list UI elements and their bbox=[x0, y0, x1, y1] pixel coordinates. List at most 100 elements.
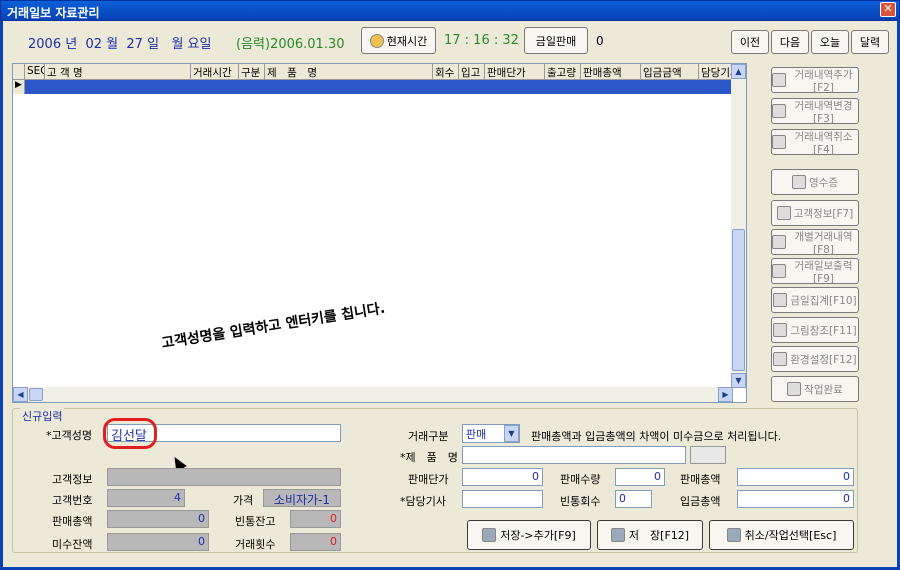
button-label: 거래내역추가[F2] bbox=[794, 68, 853, 94]
month: 02 bbox=[85, 37, 103, 52]
button-label: 영수증 bbox=[809, 176, 838, 189]
row-marker[interactable]: ▶ bbox=[13, 80, 25, 94]
day: 27 bbox=[126, 37, 143, 52]
column-header[interactable]: 출고량 bbox=[545, 64, 581, 80]
close-button[interactable]: ✕ bbox=[880, 2, 896, 17]
button-label: 개별거래내역[F8] bbox=[794, 230, 853, 256]
driver-input[interactable] bbox=[462, 490, 543, 508]
column-header[interactable]: 입고 bbox=[459, 64, 485, 80]
deposit-label: 입금총액 bbox=[680, 495, 721, 508]
column-header[interactable]: 판매단가 bbox=[485, 64, 545, 80]
column-header[interactable]: 담당기사 bbox=[699, 64, 733, 80]
save-button[interactable]: 저 장[F12] bbox=[597, 520, 703, 550]
horizontal-scrollbar[interactable]: ◀ ▶ bbox=[13, 387, 733, 402]
product-input[interactable] bbox=[462, 446, 686, 464]
prev-label: 이전 bbox=[739, 36, 761, 49]
printer-icon bbox=[772, 264, 786, 278]
month-unit: 월 bbox=[106, 37, 119, 52]
card-icon bbox=[776, 206, 791, 220]
total-label: 판매총액 bbox=[680, 473, 721, 486]
customer-name-label: *고객성명 bbox=[46, 429, 92, 442]
tools-icon bbox=[773, 352, 788, 366]
scroll-up-icon[interactable]: ▲ bbox=[731, 64, 746, 79]
next-button[interactable]: 다음 bbox=[771, 30, 809, 54]
button-label: 환경설정[F12] bbox=[790, 353, 857, 366]
deposit-input[interactable]: 0 bbox=[737, 490, 854, 508]
customer-info-button[interactable]: 고객정보[F7] bbox=[771, 200, 859, 226]
vertical-scrollbar[interactable]: ▲ ▼ bbox=[731, 64, 746, 388]
customer-info-label: 고객정보 bbox=[52, 473, 93, 486]
column-header[interactable]: 입금금액 bbox=[641, 64, 699, 80]
summary-icon bbox=[773, 293, 788, 307]
button-label: 금일집계[F10] bbox=[790, 294, 857, 307]
scroll-left-icon[interactable]: ◀ bbox=[13, 387, 28, 402]
product-label: *제 품 명 bbox=[400, 451, 458, 464]
customer-info-field bbox=[107, 468, 341, 486]
cancel-button[interactable]: 취소/작업선택[Esc] bbox=[709, 520, 854, 550]
button-label: 거래내역변경[F3] bbox=[794, 99, 853, 125]
add-list-icon bbox=[772, 73, 786, 87]
column-header[interactable]: 고 객 명 bbox=[45, 64, 191, 80]
button-label: 그림참조[F11] bbox=[790, 324, 857, 337]
hscroll-thumb[interactable] bbox=[29, 388, 43, 401]
scroll-right-icon[interactable]: ▶ bbox=[718, 387, 733, 402]
prev-button[interactable]: 이전 bbox=[731, 30, 769, 54]
print-daily-button[interactable]: 거래일보출력[F9] bbox=[771, 258, 859, 285]
window-title: 거래일보 자료관리 bbox=[7, 6, 100, 20]
column-header[interactable]: 판매총액 bbox=[581, 64, 641, 80]
today-sales-button[interactable]: 금일판매 bbox=[524, 27, 588, 54]
column-header[interactable]: 구분 bbox=[239, 64, 265, 80]
picture-reference-button[interactable]: 그림참조[F11] bbox=[771, 317, 859, 343]
calendar-button[interactable]: 달력 bbox=[851, 30, 889, 54]
picture-icon bbox=[773, 323, 788, 337]
button-label: 작업완료 bbox=[804, 383, 843, 396]
price-label: 가격 bbox=[233, 494, 254, 507]
total-input[interactable]: 0 bbox=[737, 468, 854, 486]
add-transaction-button[interactable]: 거래내역추가[F2] bbox=[771, 67, 859, 94]
column-header[interactable]: 회수 bbox=[433, 64, 459, 80]
column-header[interactable]: 거래시간 bbox=[191, 64, 239, 80]
weekday: 월 요일 bbox=[171, 37, 212, 52]
save-add-button[interactable]: 저장->추가[F9] bbox=[467, 520, 591, 550]
close-icon: ✕ bbox=[883, 2, 893, 15]
edit-icon bbox=[772, 104, 786, 118]
year-unit: 년 bbox=[65, 37, 78, 52]
date-display: 2006 년 02 월 27 일 월 요일 bbox=[28, 33, 211, 52]
group-title: 신규입력 bbox=[20, 408, 65, 424]
delete-icon bbox=[772, 135, 786, 149]
today-button[interactable]: 오늘 bbox=[811, 30, 849, 54]
button-label: 거래내역취소[F4] bbox=[794, 130, 853, 156]
column-header[interactable]: 제 품 명 bbox=[265, 64, 433, 80]
row-selector-header bbox=[13, 64, 25, 80]
price-field: 소비자가-1 bbox=[263, 489, 341, 507]
button-label: 거래일보출력[F9] bbox=[794, 259, 853, 285]
calendar-label: 달력 bbox=[859, 36, 881, 49]
cancel-transaction-button[interactable]: 거래내역취소[F4] bbox=[771, 129, 859, 156]
trade-type-select[interactable]: 판매 ▼ bbox=[462, 424, 520, 443]
save-add-label: 저장->추가[F9] bbox=[500, 529, 576, 542]
trade-count-label: 거래횟수 bbox=[235, 538, 276, 551]
qty-input[interactable]: 0 bbox=[615, 468, 665, 486]
individual-history-button[interactable]: 개별거래내역[F8] bbox=[771, 229, 859, 256]
unit-price-input[interactable]: 0 bbox=[462, 468, 543, 486]
highlight-circle bbox=[103, 418, 157, 449]
unpaid-label: 미수잔액 bbox=[52, 538, 93, 551]
chevron-down-icon[interactable]: ▼ bbox=[504, 425, 519, 442]
empty-balance-field: 0 bbox=[290, 510, 341, 528]
transactions-grid[interactable]: SEQ 고 객 명 거래시간 구분 제 품 명 회수 입고 판매단가 출고량 판… bbox=[12, 63, 747, 403]
column-header[interactable]: SEQ bbox=[25, 64, 45, 80]
empty-return-input[interactable]: 0 bbox=[615, 490, 652, 508]
finish-work-button[interactable]: 작업완료 bbox=[771, 376, 859, 402]
edit-transaction-button[interactable]: 거래내역변경[F3] bbox=[771, 98, 859, 125]
current-time-button[interactable]: 현재시간 bbox=[361, 27, 436, 54]
scroll-thumb[interactable] bbox=[732, 229, 745, 371]
daily-summary-button[interactable]: 금일집계[F10] bbox=[771, 287, 859, 313]
selected-row[interactable] bbox=[25, 80, 745, 94]
receipt-button[interactable]: 영수증 bbox=[771, 169, 859, 195]
empty-return-label: 빈통회수 bbox=[560, 495, 601, 508]
history-icon bbox=[772, 235, 786, 249]
title-bar: 거래일보 자료관리 bbox=[0, 0, 900, 21]
scroll-down-icon[interactable]: ▼ bbox=[731, 373, 746, 388]
settings-button[interactable]: 환경설정[F12] bbox=[771, 346, 859, 372]
sales-total-field: 0 bbox=[107, 510, 209, 528]
